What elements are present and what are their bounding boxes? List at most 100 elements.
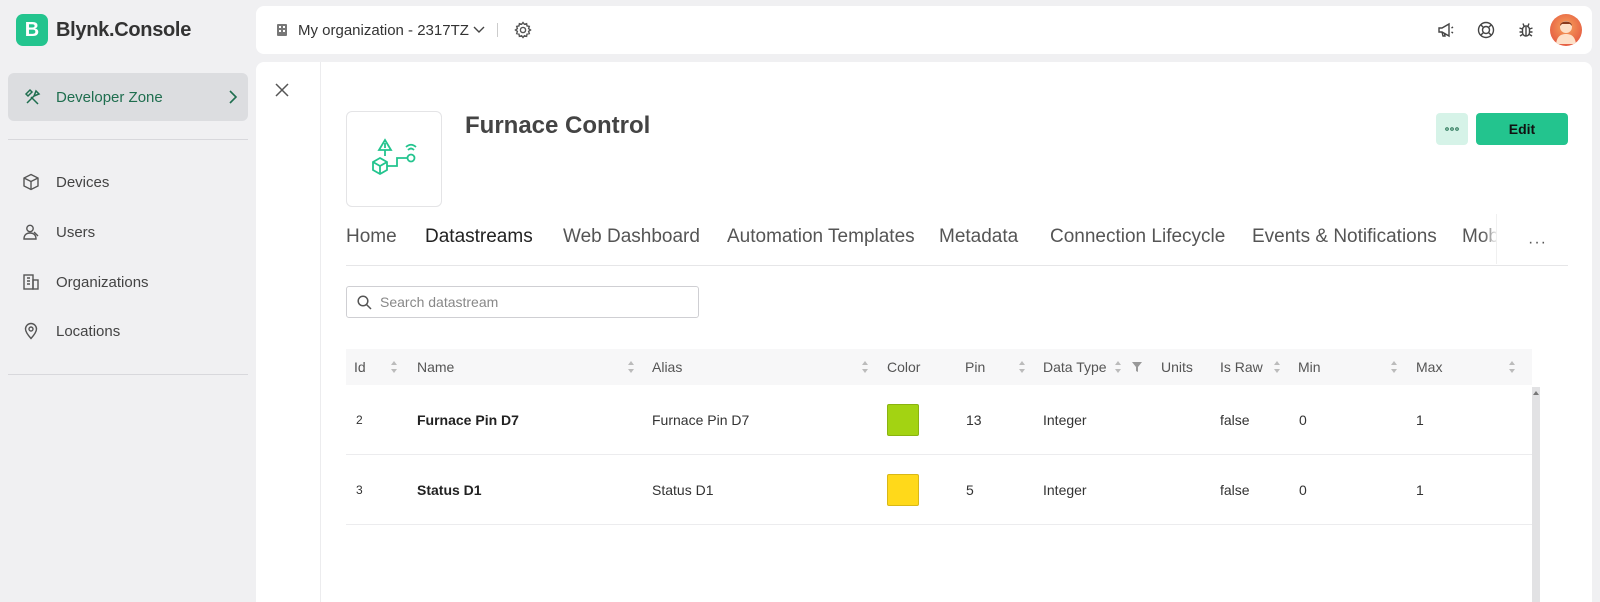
topbar-separator [497,23,498,37]
sidebar-item-label: Devices [56,173,110,191]
sidebar-item-devices[interactable]: Devices [22,170,109,194]
tab-events-notifications[interactable]: Events & Notifications [1252,226,1437,265]
template-diagram-icon [372,138,417,176]
tab-automation-templates[interactable]: Automation Templates [727,226,915,265]
chevron-right-icon [229,90,238,104]
sort-icon[interactable] [1114,360,1122,374]
help-button[interactable] [1466,21,1506,39]
table-header: Id Name Alias Color Pin Data Type Units … [346,349,1532,385]
sort-icon[interactable] [390,360,398,374]
template-tabs: Home Datastreams Web Dashboard Automatio… [346,214,1568,266]
sidebar-item-users[interactable]: Users [22,220,95,244]
tab-home[interactable]: Home [346,226,397,265]
cell-id: 2 [356,413,363,427]
sort-icon[interactable] [861,360,869,374]
chevron-down-icon [473,26,485,33]
column-header-units: Units [1161,359,1193,375]
cell-name: Status D1 [417,482,482,498]
more-dots-icon [1445,127,1459,131]
sidebar-divider [8,374,248,375]
organization-selector[interactable]: My organization - 2317TZ [276,6,485,54]
brand-logo: B [16,14,48,46]
sort-icon[interactable] [627,360,635,374]
megaphone-icon [1438,22,1454,38]
column-header-color: Color [887,359,921,375]
column-header-min[interactable]: Min [1298,349,1321,385]
page-title: Furnace Control [465,112,651,139]
edit-button[interactable]: Edit [1476,113,1568,145]
column-header-name[interactable]: Name [417,349,454,385]
cell-alias: Furnace Pin D7 [652,412,750,428]
template-panel: Furnace Control Edit Home Datastreams We… [256,62,1592,602]
close-icon[interactable] [275,83,289,97]
developer-zone-label: Developer Zone [56,88,163,106]
cell-data-type: Integer [1043,482,1087,498]
search-box [346,286,699,318]
table-row[interactable]: 3 Status D1 Status D1 5 Integer false 0 … [346,455,1532,525]
sort-icon[interactable] [1018,360,1026,374]
gear-icon[interactable] [514,21,532,39]
vertical-scrollbar[interactable] [1532,387,1540,602]
sidebar-item-developer-zone[interactable]: Developer Zone [8,73,248,121]
cube-icon [23,173,39,191]
report-bug-button[interactable] [1506,21,1546,39]
building-icon [23,274,39,290]
cell-pin: 13 [966,412,982,428]
brand-name: Blynk.Console [56,18,192,41]
template-image [346,111,442,207]
column-header-is-raw[interactable]: Is Raw [1220,349,1263,385]
search-input[interactable] [380,294,680,310]
users-icon [23,224,39,240]
avatar[interactable] [1550,14,1582,46]
tab-mobile[interactable]: Mob [1462,226,1499,265]
column-header-data-type[interactable]: Data Type [1043,349,1107,385]
sort-icon[interactable] [1273,360,1281,374]
color-swatch [887,474,919,506]
sidebar: B Blynk.Console Developer Zone Devices U… [0,0,256,602]
cell-is-raw: false [1220,412,1250,428]
cell-pin: 5 [966,482,974,498]
close-column [256,62,321,602]
datastreams-table: Id Name Alias Color Pin Data Type Units … [346,349,1532,602]
sidebar-item-label: Users [56,223,96,241]
sidebar-item-locations[interactable]: Locations [22,319,120,343]
cell-id: 3 [356,483,363,497]
more-options-button[interactable] [1436,113,1468,145]
cell-is-raw: false [1220,482,1250,498]
tab-datastreams[interactable]: Datastreams [425,226,533,265]
help-lifebuoy-icon [1477,21,1495,39]
sidebar-item-label: Locations [56,322,121,340]
sort-icon[interactable] [1390,360,1398,374]
search-icon [357,294,372,310]
tabs-more-button[interactable]: ··· [1528,234,1547,252]
organization-icon [277,24,287,36]
tab-metadata[interactable]: Metadata [939,226,1018,265]
sidebar-item-label: Organizations [56,273,149,291]
scroll-up-arrow-icon [1533,391,1539,395]
column-header-alias[interactable]: Alias [652,349,682,385]
column-header-pin[interactable]: Pin [965,349,985,385]
cell-name: Furnace Pin D7 [417,412,519,428]
color-swatch [887,404,919,436]
sidebar-divider [8,139,248,140]
top-icons [1426,6,1582,54]
cell-alias: Status D1 [652,482,714,498]
filter-icon[interactable] [1132,362,1142,372]
user-avatar-icon [1556,21,1576,44]
sidebar-item-organizations[interactable]: Organizations [22,270,149,294]
tools-icon [24,88,41,105]
organization-name: My organization - 2317TZ [298,21,469,39]
cell-min: 0 [1299,412,1307,428]
location-pin-icon [24,322,38,340]
table-row[interactable]: 2 Furnace Pin D7 Furnace Pin D7 13 Integ… [346,385,1532,455]
column-header-id[interactable]: Id [354,349,366,385]
announcements-button[interactable] [1426,21,1466,39]
sort-icon[interactable] [1508,360,1516,374]
column-header-max[interactable]: Max [1416,349,1442,385]
tab-connection-lifecycle[interactable]: Connection Lifecycle [1050,226,1225,265]
tab-web-dashboard[interactable]: Web Dashboard [563,226,700,265]
cell-data-type: Integer [1043,412,1087,428]
cell-min: 0 [1299,482,1307,498]
brand[interactable]: B Blynk.Console [16,14,191,46]
top-bar: My organization - 2317TZ [256,6,1592,54]
